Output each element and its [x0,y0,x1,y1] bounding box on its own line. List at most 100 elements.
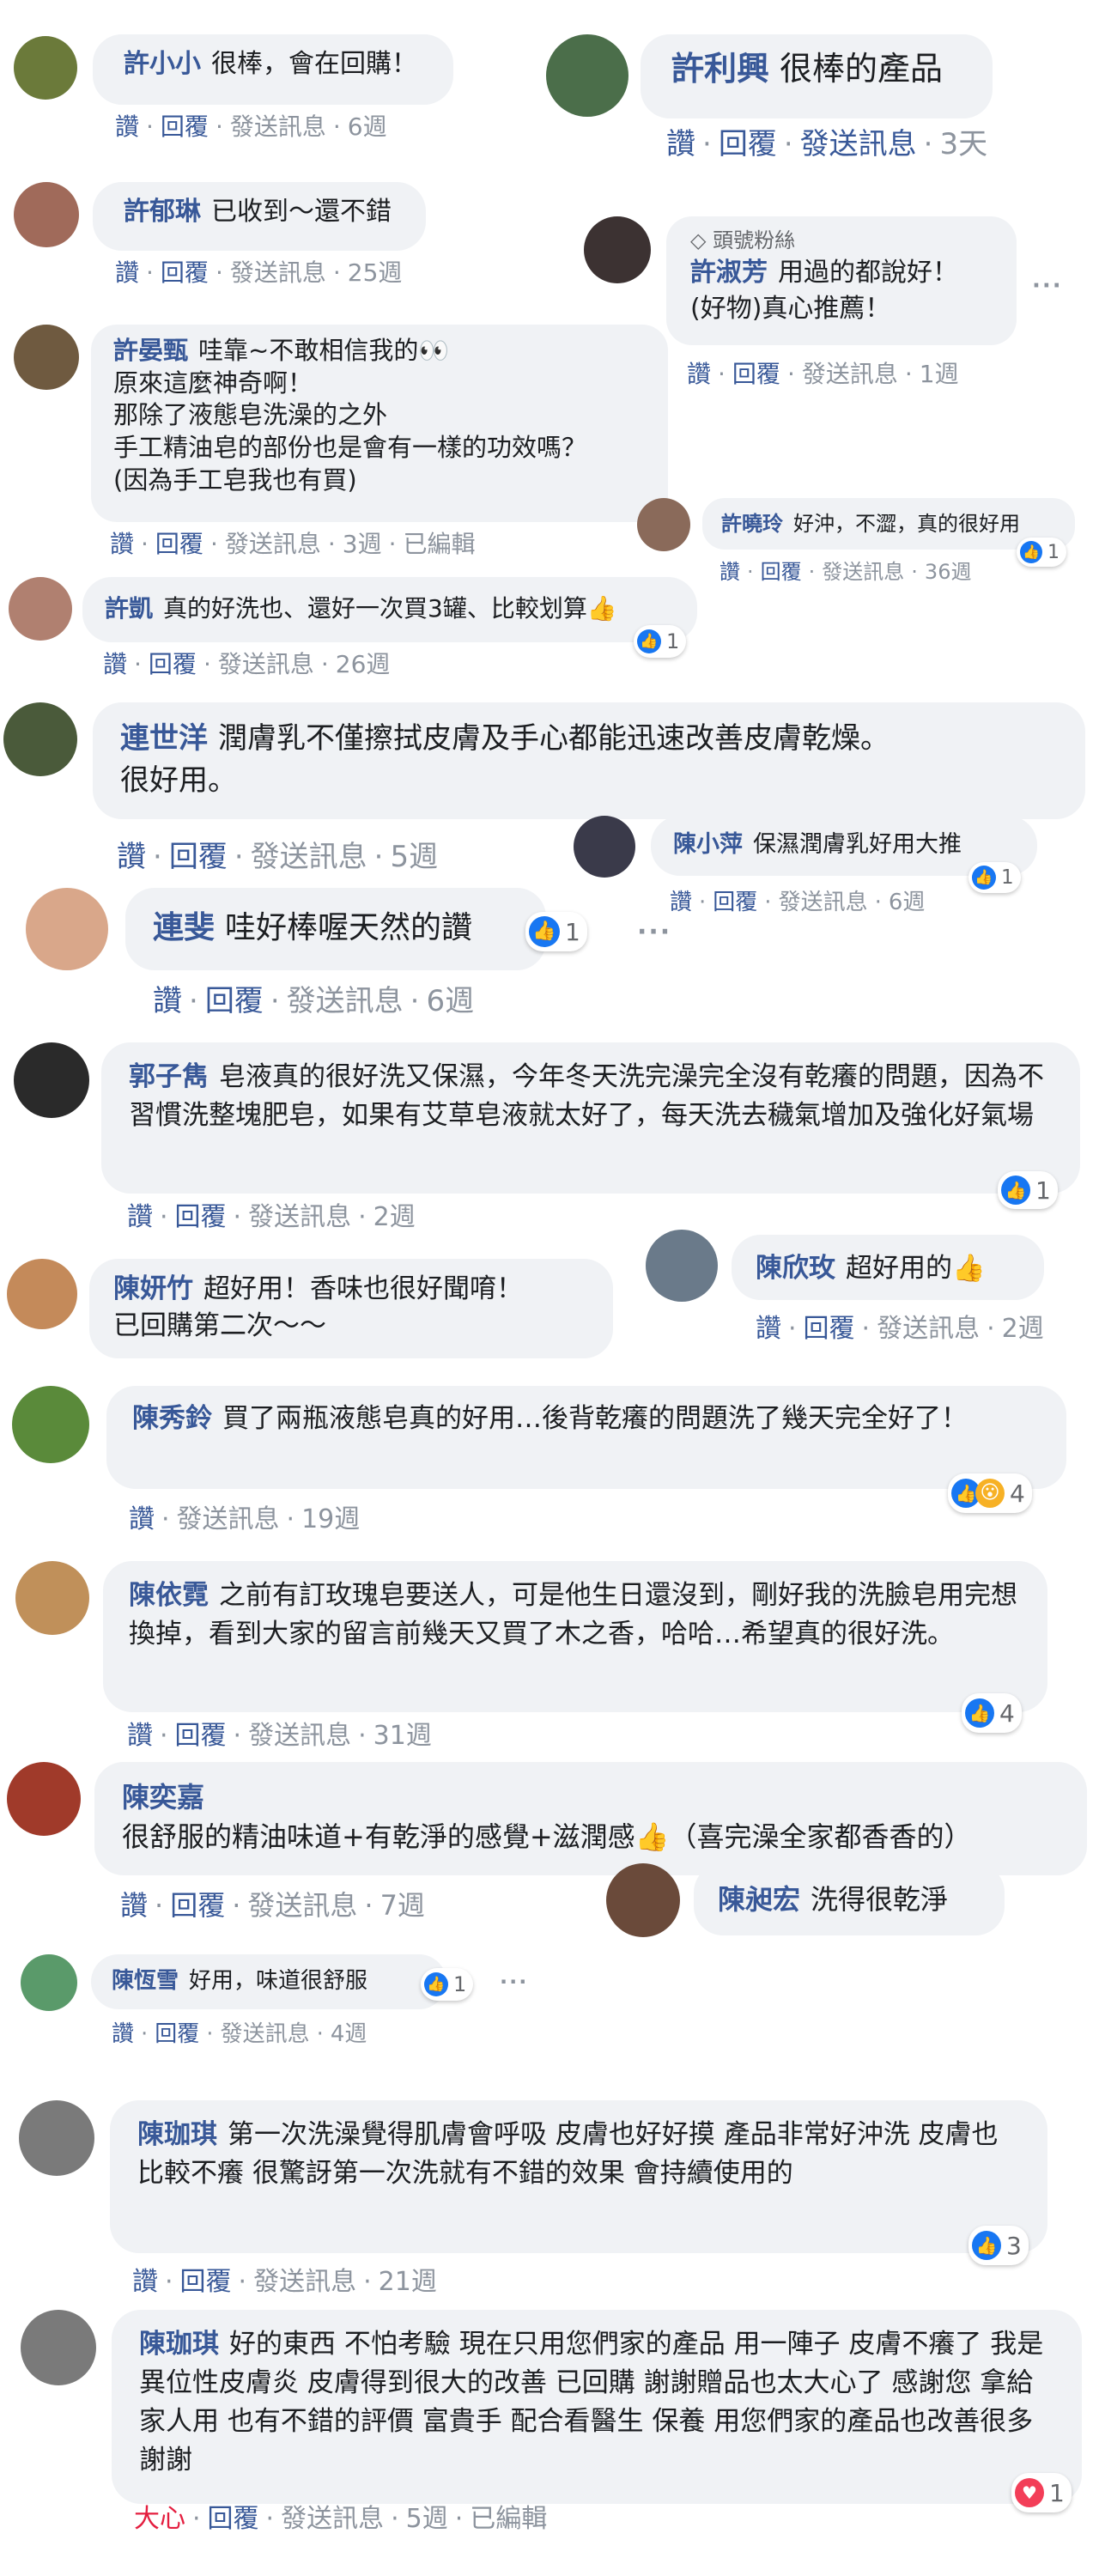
commenter-name[interactable]: 陳恆雪 [112,1968,179,1994]
reaction-count[interactable]: 👍 4 [962,1693,1022,1733]
message-link[interactable]: 發送訊息 [177,1504,280,1534]
avatar[interactable] [584,216,651,283]
timestamp[interactable]: 3週 [343,530,382,558]
timestamp[interactable]: 21週 [379,2267,437,2297]
avatar[interactable] [14,1042,89,1118]
commenter-name[interactable]: 陳欣玫 [756,1253,835,1284]
reaction-count[interactable]: 👍 3 [968,2226,1029,2265]
avatar[interactable] [14,182,79,247]
timestamp[interactable]: 2週 [373,1202,416,1232]
reply-link[interactable]: 回覆 [719,127,777,161]
commenter-name[interactable]: 許曉玲 [721,512,783,536]
reply-link[interactable]: 回覆 [170,1889,225,1922]
avatar[interactable] [14,325,79,390]
avatar[interactable] [3,702,77,776]
avatar[interactable] [546,34,628,117]
reply-link[interactable]: 回覆 [161,258,209,287]
reaction-count[interactable]: 👍 1 [525,912,587,951]
reaction-count[interactable]: 👍 1 [998,1171,1058,1209]
message-link[interactable]: 發送訊息 [877,1314,980,1344]
reply-link[interactable]: 回覆 [175,1202,227,1232]
avatar[interactable] [15,1561,89,1635]
avatar[interactable] [12,1386,89,1463]
reaction-count[interactable]: 👍 1 [968,862,1021,893]
like-link[interactable]: 讚 [129,1504,155,1534]
like-link[interactable]: 讚 [115,258,139,287]
reply-link[interactable]: 回覆 [208,2504,259,2534]
timestamp[interactable]: 5週 [390,840,438,874]
timestamp[interactable]: 6週 [889,890,926,915]
message-link[interactable]: 發送訊息 [248,1202,351,1232]
more-options-icon[interactable]: ··· [500,1970,528,1994]
message-link[interactable]: 發送訊息 [281,2504,384,2534]
like-link[interactable]: 讚 [127,1721,153,1751]
message-link[interactable]: 發送訊息 [225,530,321,558]
like-link[interactable]: 讚 [110,530,134,558]
message-link[interactable]: 發送訊息 [221,2021,310,2047]
avatar[interactable] [7,1762,81,1836]
timestamp[interactable]: 26週 [336,650,391,678]
reply-link[interactable]: 回覆 [761,560,802,584]
avatar[interactable] [637,498,690,551]
avatar[interactable] [606,1863,680,1937]
more-options-icon[interactable]: ··· [1032,273,1063,299]
like-link[interactable]: 讚 [720,560,740,584]
timestamp[interactable]: 6週 [348,112,387,141]
avatar[interactable] [646,1230,718,1302]
more-options-icon[interactable]: ··· [637,917,671,947]
like-link[interactable]: 讚 [153,984,182,1018]
timestamp[interactable]: 36週 [925,560,972,584]
like-link[interactable]: 讚 [132,2267,158,2297]
avatar[interactable] [574,816,635,878]
avatar[interactable] [19,2100,94,2176]
reaction-count[interactable]: ♥ 1 [1011,2473,1072,2512]
commenter-name[interactable]: 許郁琳 [124,197,201,227]
reply-link[interactable]: 回覆 [155,2021,199,2047]
message-link[interactable]: 發送訊息 [251,840,367,874]
reaction-count[interactable]: 👍 1 [634,625,687,658]
timestamp[interactable]: 6週 [426,984,474,1018]
message-link[interactable]: 發送訊息 [802,360,898,388]
commenter-name[interactable]: 許凱 [105,594,153,623]
commenter-name[interactable]: 連世洋 [120,721,208,756]
commenter-name[interactable]: 陳依霓 [129,1580,209,1611]
avatar[interactable] [21,2310,96,2385]
message-link[interactable]: 發送訊息 [822,560,904,584]
like-link[interactable]: 讚 [112,2021,134,2047]
reaction-count[interactable]: 👍 1 [421,1968,474,2001]
commenter-name[interactable]: 陳小萍 [673,831,743,858]
reaction-count[interactable]: 👍 😮 4 [948,1473,1032,1513]
message-link[interactable]: 發送訊息 [248,1721,351,1751]
like-link[interactable]: 讚 [103,650,127,678]
edited-label[interactable]: 已編輯 [470,2504,547,2534]
commenter-name[interactable]: 許晏甄 [113,336,188,365]
commenter-name[interactable]: 許小小 [124,49,201,79]
timestamp[interactable]: 2週 [1002,1314,1044,1344]
reply-link[interactable]: 回覆 [149,650,197,678]
message-link[interactable]: 發送訊息 [253,2267,356,2297]
commenter-name[interactable]: 許淑芳 [690,258,768,288]
commenter-name[interactable]: 陳秀鈴 [132,1403,212,1434]
message-link[interactable]: 發送訊息 [779,890,868,915]
edited-label[interactable]: 已編輯 [404,530,476,558]
reply-link[interactable]: 回覆 [161,112,209,141]
like-link[interactable]: 讚 [127,1202,153,1232]
reaction-count[interactable]: 👍 1 [1017,538,1066,567]
timestamp[interactable]: 31週 [373,1721,432,1751]
avatar[interactable] [9,577,72,641]
like-link[interactable]: 讚 [115,112,139,141]
like-link[interactable]: 讚 [117,840,146,874]
commenter-name[interactable]: 許利興 [671,50,769,88]
reply-link[interactable]: 回覆 [804,1314,855,1344]
like-link[interactable]: 讚 [666,127,695,161]
avatar[interactable] [7,1259,77,1329]
love-link[interactable]: 大心 [134,2504,185,2534]
commenter-name[interactable]: 連斐 [153,910,215,945]
timestamp[interactable]: 3天 [939,127,987,161]
commenter-name[interactable]: 陳妍竹 [113,1273,193,1304]
like-link[interactable]: 讚 [687,360,711,388]
like-link[interactable]: 讚 [756,1314,781,1344]
timestamp[interactable]: 25週 [348,258,403,287]
commenter-name[interactable]: 陳昶宏 [718,1883,800,1916]
timestamp[interactable]: 19週 [301,1504,360,1534]
